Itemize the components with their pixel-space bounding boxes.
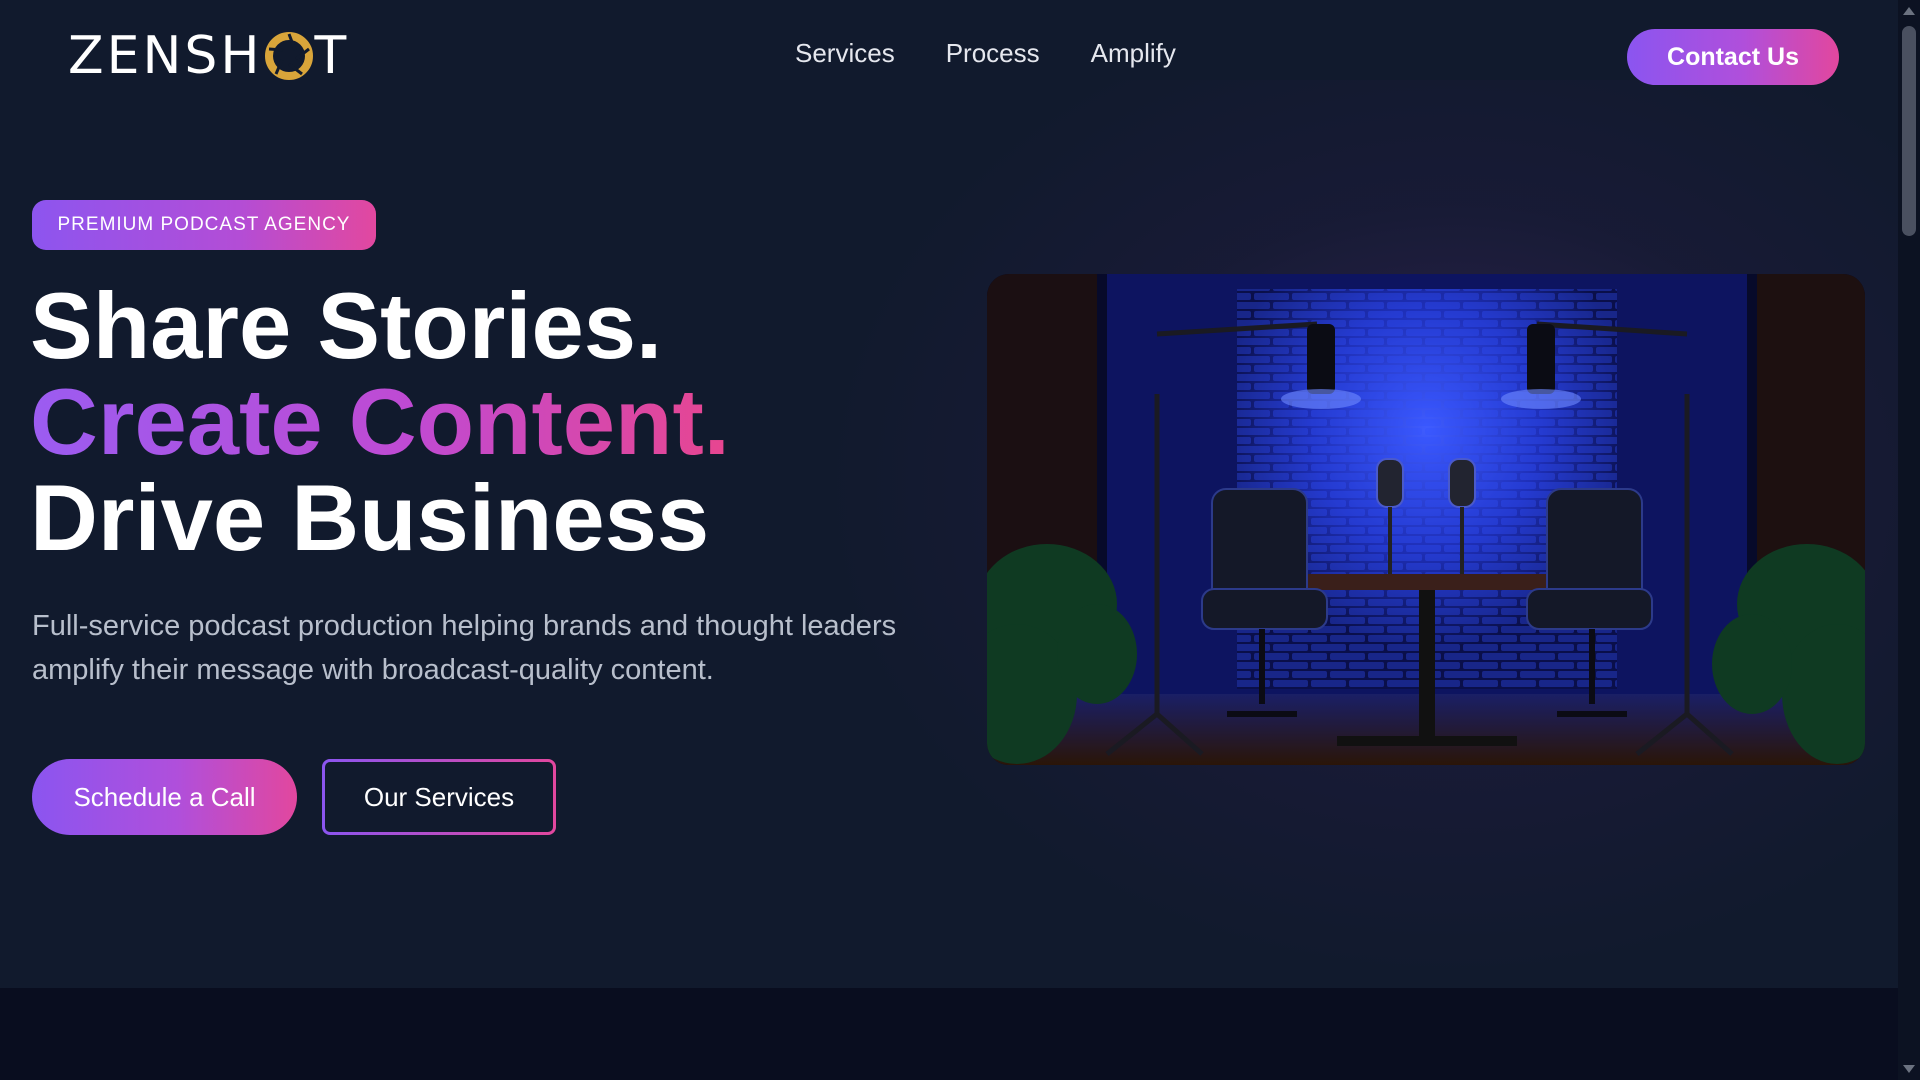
scroll-thumb[interactable] <box>1902 26 1916 236</box>
next-section <box>0 988 1898 1080</box>
landing-page: ZENSH T Services Process Amplify Contact… <box>0 0 1898 1080</box>
scroll-up-icon[interactable] <box>1903 7 1915 15</box>
logo-text-left: ZENSH <box>68 26 263 86</box>
headline-line-1: Share Stories. <box>30 273 663 378</box>
browser-viewport: ZENSH T Services Process Amplify Contact… <box>0 0 1920 1080</box>
site-header: ZENSH T Services Process Amplify Contact… <box>0 0 1898 115</box>
headline-line-2: Create Content. <box>30 369 730 474</box>
hero-subtext: Full-service podcast production helping … <box>32 610 897 686</box>
nav-process[interactable]: Process <box>946 38 1040 69</box>
nav-services[interactable]: Services <box>795 38 895 69</box>
logo-text-right: T <box>314 26 350 86</box>
scroll-down-icon[interactable] <box>1903 1065 1915 1073</box>
vertical-scrollbar[interactable] <box>1898 0 1920 1080</box>
aperture-icon <box>264 32 313 80</box>
logo[interactable]: ZENSH T <box>68 26 349 86</box>
main-nav: Services Process Amplify <box>795 38 1176 69</box>
agency-badge: PREMIUM PODCAST AGENCY <box>32 200 376 250</box>
podcast-studio-image <box>987 274 1865 765</box>
headline-line-3: Drive Business <box>30 465 710 570</box>
nav-amplify[interactable]: Amplify <box>1091 38 1176 69</box>
our-services-button[interactable]: Our Services <box>322 759 556 835</box>
hero-headline: Share Stories. Create Content. Drive Bus… <box>30 278 730 566</box>
contact-us-button[interactable]: Contact Us <box>1627 29 1839 85</box>
schedule-call-button[interactable]: Schedule a Call <box>32 759 297 835</box>
